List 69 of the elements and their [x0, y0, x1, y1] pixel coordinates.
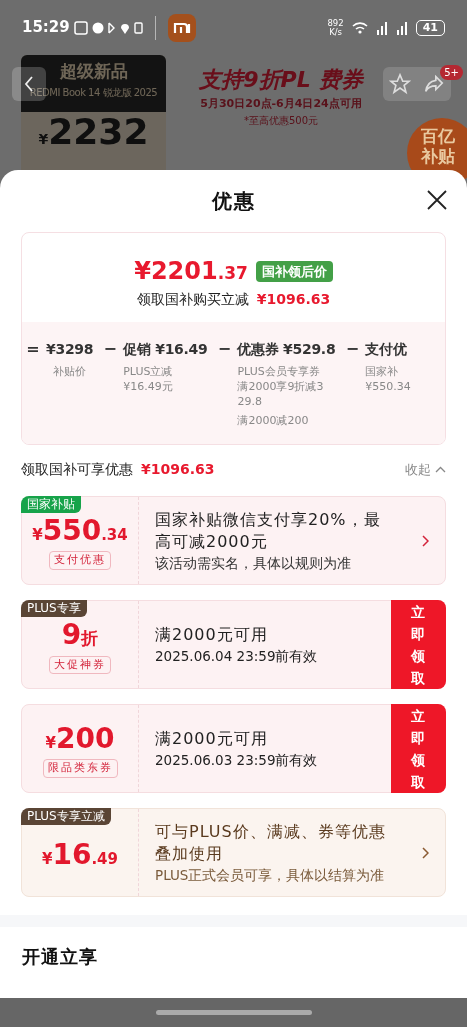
offer-description: PLUS正式会员可享，具体以结算为准: [155, 865, 386, 885]
operator-sign: −: [344, 338, 361, 360]
operator-sign: −: [216, 338, 233, 360]
section-title: 领取国补可享优惠: [21, 460, 133, 479]
offer-card[interactable]: ¥200 限品类东券 满2000元可用 2025.06.03 23:59前有效 立即领取: [21, 704, 446, 793]
offer-title: 可与PLUS价、满减、券等优惠叠加使用: [155, 820, 387, 865]
network-speed: 892 K/s: [327, 18, 344, 37]
chevron-up-icon: [435, 466, 446, 473]
offer-tag: 国家补贴: [21, 496, 81, 513]
product-name: REDMI Book 14 锐龙版 2025: [29, 85, 158, 100]
wifi-icon: [351, 20, 368, 35]
sheet-title: 优惠: [211, 188, 256, 215]
offer-label: 限品类东券: [42, 759, 118, 778]
offer-value: ¥200: [45, 723, 115, 756]
breakdown-note: 满2000减200: [237, 413, 310, 428]
offer-description: 2025.06.03 23:59前有效: [155, 750, 319, 770]
offer-description: 该活动需实名，具体以规则为准: [155, 553, 352, 573]
saving-label: 领取国补购买立减: [136, 290, 249, 309]
badge-text: 补贴: [421, 146, 455, 166]
collapse-button[interactable]: 收起: [405, 459, 446, 480]
operator-sign: −: [102, 338, 118, 360]
offer-card[interactable]: 国家补贴 ¥550.34 支付优惠 国家补贴微信支付享20%，最高可减2000元 该活动需实名，具体以规则为准: [21, 496, 446, 585]
offer-description: 2025.06.04 23:59前有效: [155, 646, 319, 666]
close-icon[interactable]: [427, 190, 447, 210]
badge-text: 百亿: [421, 126, 455, 146]
breakdown-note: ¥16.49元: [123, 379, 174, 394]
claim-button[interactable]: 立即领取: [391, 600, 446, 689]
offer-value: ¥16.49: [42, 838, 118, 871]
offer-value: ¥550.34: [32, 515, 128, 548]
saving-amount: ¥1096.63: [256, 290, 331, 309]
breakdown-amount: 促销 ¥16.49: [123, 340, 208, 359]
offer-card[interactable]: PLUS专享立减 ¥16.49 可与PLUS价、满减、券等优惠叠加使用 PLUS正式会员可享，具体以结算为准: [21, 808, 446, 897]
breakdown-note: 补贴价: [53, 364, 87, 379]
breakdown-note: ¥550.34: [365, 379, 411, 394]
offer-value: 9折: [61, 619, 99, 652]
breakdown-note: 国家补: [365, 364, 400, 379]
offer-label: 支付优惠: [49, 551, 111, 570]
star-icon[interactable]: [389, 73, 411, 95]
offer-title: 满2000元可用: [155, 623, 269, 646]
product-price: ¥2232: [38, 111, 149, 152]
section-title: 开通立享: [22, 946, 98, 967]
offer-tag: PLUS专享: [21, 600, 87, 617]
claim-button[interactable]: 立即领取: [391, 704, 446, 793]
section-amount: ¥1096.63: [141, 460, 215, 479]
chevron-right-icon[interactable]: [421, 534, 429, 547]
banner-note: *至高优惠500元: [243, 113, 319, 128]
breakdown-amount: 优惠券 ¥529.8: [237, 340, 336, 359]
banner-title: 费券: [318, 66, 363, 94]
battery-indicator: 41: [415, 19, 445, 36]
signal-icon: [375, 20, 388, 35]
offer-title: 国家补贴微信支付享20%，最高可减2000元: [155, 508, 382, 553]
banner-dates: 5月30日20点-6月4日24点可用: [200, 96, 362, 112]
final-price: ¥2201.37: [134, 256, 248, 287]
share-icon[interactable]: [423, 73, 445, 95]
price-tag: 国补领后价: [255, 260, 333, 282]
offer-card[interactable]: PLUS专享 9折 大促神券 满2000元可用 2025.06.04 23:59前有效 立即领取: [21, 600, 446, 689]
offer-tag: PLUS专享立减: [21, 808, 111, 825]
chevron-right-icon[interactable]: [421, 846, 429, 859]
breakdown-note: PLUS会员专享券满2000享9折减329.8: [237, 364, 325, 409]
offer-title: 满2000元可用: [155, 727, 269, 750]
offer-label: 大促神券: [49, 655, 111, 674]
signal-icon: [395, 20, 408, 35]
status-time: 15:29: [22, 17, 70, 39]
banner-title: 支持9折PL: [199, 66, 311, 94]
breakdown-amount: 支付优: [365, 340, 408, 359]
breakdown-note: PLUS立减: [123, 364, 174, 379]
operator-sign: =: [25, 338, 41, 360]
breakdown-amount: ¥3298: [46, 340, 94, 359]
product-tag: 超级新品: [59, 55, 128, 85]
